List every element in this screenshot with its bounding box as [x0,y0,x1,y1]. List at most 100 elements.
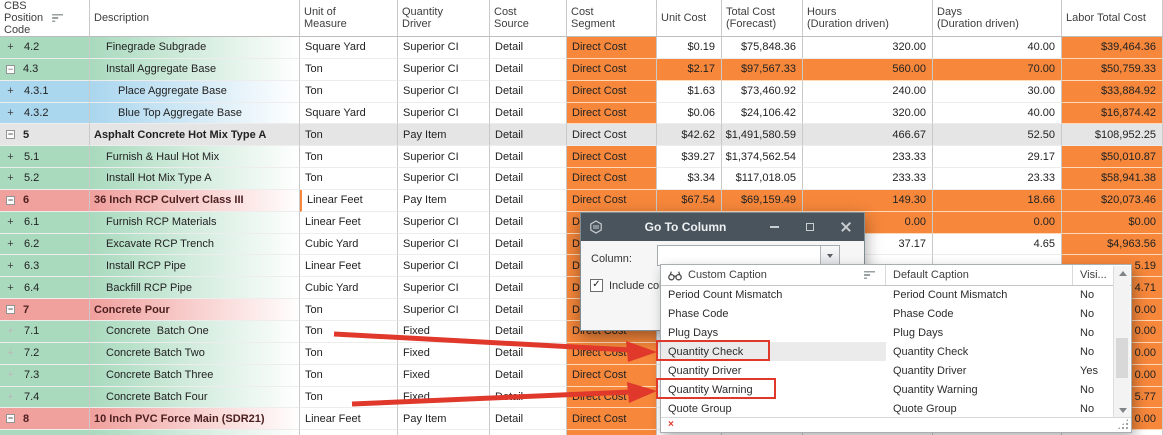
collapse-icon[interactable]: − [6,305,15,314]
cell-cbs-code[interactable]: +4.3.1 [0,81,90,103]
cell-description[interactable]: 36 Inch RCP Culvert Class III [90,190,300,212]
cell-cbs-code[interactable]: +4.2 [0,37,90,59]
column-header-hr[interactable]: Hours(Duration driven) [803,0,933,36]
cell-description[interactable]: Place Aggregate Base [90,81,300,103]
cell-qd[interactable]: Fixed [398,365,490,387]
cell-description[interactable]: Concrete Batch One [90,321,300,343]
column-header-qd[interactable]: QuantityDriver [398,0,490,36]
cell-cbs-code[interactable]: −6 [0,190,90,212]
column-combobox[interactable] [657,245,840,266]
popup-scrollbar[interactable] [1113,266,1130,418]
cell-dy[interactable]: 23.33 [933,168,1062,190]
expand-icon[interactable]: + [5,326,16,336]
cell-uc[interactable]: $2.17 [657,59,722,81]
cell-uom[interactable]: Ton [300,343,398,365]
cell-tc[interactable]: $1,491,580.59 [722,124,803,146]
cell-cs[interactable]: Detail [490,365,567,387]
cell-hr[interactable]: 560.00 [803,59,933,81]
table-row[interactable]: +4.3.1Place Aggregate BaseTonSuperior CI… [0,81,1163,103]
cell-cs[interactable]: Detail [490,387,567,409]
table-row[interactable]: +4.3.2Blue Top Aggregate BaseSquare Yard… [0,103,1163,125]
collapse-icon[interactable]: − [6,130,15,139]
maximize-button[interactable] [804,221,816,233]
cell-seg[interactable]: Direct Cost [567,408,657,430]
cell-dy[interactable]: 4.65 [933,234,1062,256]
cell-uom[interactable]: Ton [300,146,398,168]
cell-uom[interactable]: Cubic Yard [300,277,398,299]
cell-uc[interactable]: $0.19 [657,37,722,59]
cell-qd[interactable]: Superior CI [398,277,490,299]
expand-icon[interactable]: + [5,86,16,96]
include-columns-checkbox[interactable]: ✓ [590,279,603,292]
cell-uom[interactable]: Square Yard [300,37,398,59]
cell-seg[interactable]: Direct Cost [567,343,657,365]
cell-lab[interactable]: $20,073.46 [1062,190,1163,212]
cell-seg[interactable]: Direct Cost [567,124,657,146]
cell-lab[interactable]: $33,884.92 [1062,81,1163,103]
cell-qd[interactable]: Pay Item [398,124,490,146]
scroll-up-icon[interactable] [1119,271,1127,276]
cell-cbs-code[interactable]: +7.3 [0,365,90,387]
cell-description[interactable]: 10 Inch PVC Force Main (SDR21) [90,408,300,430]
cell-uc[interactable]: $1.63 [657,81,722,103]
cell-seg[interactable]: Direct Cost [567,59,657,81]
column-header-tc[interactable]: Total Cost(Forecast) [722,0,803,36]
custom-caption-header[interactable]: Custom Caption [661,265,886,285]
cell-tc[interactable]: $97,567.33 [722,59,803,81]
collapse-icon[interactable]: − [6,65,15,74]
cell-uom[interactable]: Ton [300,59,398,81]
column-list-item[interactable]: Quantity CheckQuantity CheckNo [661,342,1115,361]
expand-icon[interactable]: + [5,370,16,380]
table-row[interactable]: +5.2Install Hot Mix Type ATonSuperior CI… [0,168,1163,190]
scrollbar-thumb[interactable] [1116,338,1128,378]
cell-uom[interactable]: Ton [300,365,398,387]
expand-icon[interactable]: + [5,152,16,162]
cell-cs[interactable]: Detail [490,234,567,256]
cell-tc[interactable]: $117,018.05 [722,168,803,190]
cell-qd[interactable]: Superior CI [398,81,490,103]
cell-cs[interactable]: Detail [490,299,567,321]
table-row[interactable]: −5Asphalt Concrete Hot Mix Type ATonPay … [0,124,1163,146]
cell-seg[interactable]: Direct Cost [567,37,657,59]
cell-cs[interactable]: Detail [490,408,567,430]
column-header-lab[interactable]: Labor Total Cost [1062,0,1163,36]
cell-uc[interactable]: $0.06 [657,103,722,125]
cell-cs[interactable]: Detail [490,168,567,190]
cell-cs[interactable]: Detail [490,190,567,212]
cell-uom[interactable]: Ton [300,321,398,343]
cell-qd[interactable]: Superior CI [398,430,490,435]
cell-qd[interactable]: Superior CI [398,168,490,190]
column-list-item[interactable]: Period Count MismatchPeriod Count Mismat… [661,285,1115,304]
cell-description[interactable]: Finegrade Subgrade [90,37,300,59]
expand-icon[interactable]: + [5,217,16,227]
collapse-icon[interactable]: − [6,196,15,205]
column-header-desc[interactable]: Description [90,0,300,36]
clear-filter-button[interactable]: × [668,419,674,430]
cell-lab[interactable]: $0.00 [1062,212,1163,234]
cell-description[interactable]: Furnish RCP Materials [90,212,300,234]
cell-qd[interactable]: Pay Item [398,408,490,430]
combobox-dropdown-button[interactable] [820,246,839,265]
cell-description[interactable]: Concrete Batch Three [90,365,300,387]
expand-icon[interactable]: + [5,392,16,402]
table-row[interactable]: +4.2Finegrade SubgradeSquare YardSuperio… [0,37,1163,59]
cell-cs[interactable]: Detail [490,124,567,146]
scroll-down-icon[interactable] [1119,408,1127,413]
cell-seg[interactable]: Direct Cost [567,168,657,190]
cell-qd[interactable]: Fixed [398,343,490,365]
cell-tc[interactable]: $1,374,562.54 [722,146,803,168]
cell-seg[interactable]: Direct Cost [567,190,657,212]
close-button[interactable] [840,221,852,233]
cell-uom[interactable]: Linear Feet [300,212,398,234]
cell-lab[interactable]: $108,952.25 [1062,124,1163,146]
cell-cs[interactable]: Detail [490,146,567,168]
cell-cbs-code[interactable]: +5.1 [0,146,90,168]
cell-seg[interactable]: Direct Cost [567,146,657,168]
cell-dy[interactable]: 29.17 [933,146,1062,168]
column-list-item[interactable]: Plug DaysPlug DaysNo [661,323,1115,342]
cell-uom[interactable]: Linear Feet [300,430,398,435]
table-row[interactable]: −636 Inch RCP Culvert Class IIILinear Fe… [0,190,1163,212]
expand-icon[interactable]: + [5,348,16,358]
cell-cbs-code[interactable]: +7.4 [0,387,90,409]
cell-cbs-code[interactable]: +7.1 [0,321,90,343]
